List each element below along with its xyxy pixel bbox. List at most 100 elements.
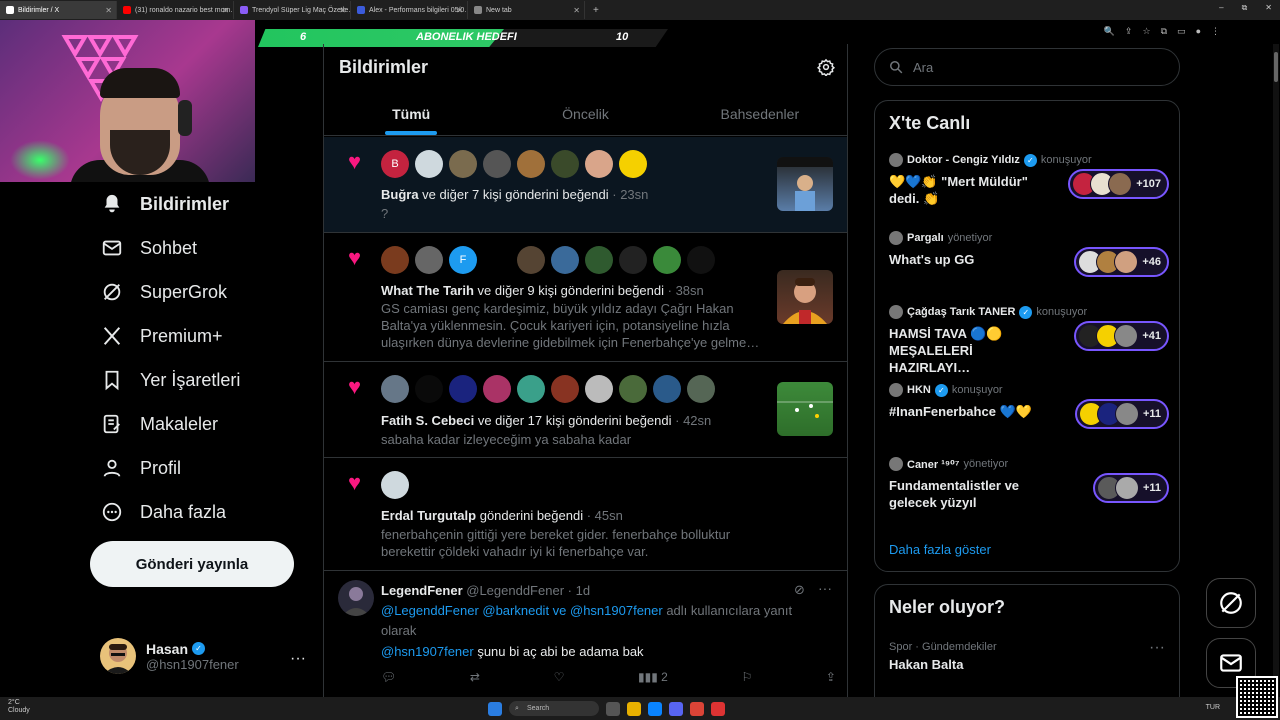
avatar[interactable] — [415, 246, 443, 274]
live-space-item[interactable]: Doktor - Cengiz Yıldız ✓ konuşuyor 💛💙👏 "Mer… — [889, 153, 1169, 207]
sidebar-icon[interactable]: ▭ — [1177, 26, 1186, 37]
avatar[interactable] — [585, 246, 613, 274]
avatar[interactable] — [449, 375, 477, 403]
actor-name[interactable]: Fatih S. Cebeci — [381, 413, 474, 428]
tab-all[interactable]: Tümü — [324, 92, 498, 135]
notification-item[interactable]: ♥ Erdal Turgutalp gönderini beğendi · 45… — [324, 458, 847, 571]
tweet-author[interactable]: LegendFener — [381, 583, 463, 598]
sidebar-item-more-circle[interactable]: Daha fazla — [100, 500, 226, 524]
search-input[interactable]: Ara — [874, 48, 1180, 86]
reply-icon[interactable]: 💬︎ — [381, 670, 396, 684]
menu-icon[interactable]: ⋮ — [1211, 26, 1220, 37]
listeners-pill[interactable]: +46 — [1074, 247, 1169, 277]
browser-tab[interactable]: New tab ✕ — [468, 1, 585, 19]
sidebar-item-bookmark[interactable]: Yer İşaretleri — [100, 368, 240, 392]
avatar[interactable] — [517, 375, 545, 403]
post-thumbnail[interactable] — [777, 382, 833, 436]
star-icon[interactable]: ☆ — [1143, 26, 1151, 37]
share-icon[interactable]: ⇪ — [826, 670, 836, 684]
avatar[interactable] — [483, 375, 511, 403]
avatar[interactable] — [483, 150, 511, 178]
retweet-icon[interactable]: ⇄ — [470, 670, 480, 684]
more-options-icon[interactable]: ··· — [818, 580, 832, 596]
close-icon[interactable]: ✕ — [456, 6, 463, 15]
sidebar-item-article[interactable]: Makaleler — [100, 412, 218, 436]
reply-mentions[interactable]: @LegenddFener @barknedit ve @hsn1907fene… — [381, 603, 663, 618]
post-button[interactable]: Gönderi yayınla — [90, 541, 294, 587]
close-icon[interactable]: ✕ — [573, 6, 580, 15]
actor-name[interactable]: Erdal Turgutalp — [381, 508, 476, 523]
maximize-button[interactable]: ⧉ — [1242, 3, 1248, 13]
views-button[interactable]: ▮▮▮ 2 — [638, 670, 668, 684]
new-tab-button[interactable]: + — [585, 5, 607, 16]
live-space-item[interactable]: Caner ¹⁹⁰⁷ yönetiyor Fundamentalistler ve … — [889, 457, 1169, 511]
discord-icon[interactable] — [669, 701, 683, 716]
windows-start-icon[interactable] — [488, 701, 502, 716]
edge-icon[interactable] — [648, 701, 662, 716]
avatar[interactable] — [415, 375, 443, 403]
listeners-pill[interactable]: +107 — [1068, 169, 1169, 199]
listeners-pill[interactable]: +11 — [1092, 473, 1169, 503]
listeners-pill[interactable]: +11 — [1074, 399, 1169, 429]
notification-item[interactable]: ♥ B Buğra ve diğer 7 kişi gönderini beğe… — [324, 137, 847, 233]
zoom-icon[interactable]: 🔍 — [1104, 26, 1115, 37]
grok-fab-button[interactable] — [1206, 578, 1256, 628]
browser-tab[interactable]: (31) ronaldo nazario best mom… ✕ — [117, 1, 234, 19]
avatar[interactable]: B — [381, 150, 409, 178]
avatar[interactable] — [381, 246, 409, 274]
share-icon[interactable]: ⇪ — [1125, 26, 1133, 37]
avatar[interactable] — [653, 375, 681, 403]
mention-link[interactable]: @hsn1907fener — [381, 644, 474, 659]
sidebar-item-person[interactable]: Profil — [100, 456, 181, 480]
close-icon[interactable]: ✕ — [339, 6, 346, 15]
chrome-icon[interactable] — [690, 701, 704, 716]
extensions-icon[interactable]: ⧉ — [1161, 26, 1167, 37]
notification-item[interactable]: ♥ F What The Tarih ve diğer 9 kişi gönde… — [324, 233, 847, 362]
bookmark-icon[interactable]: ⚐ — [741, 670, 752, 684]
minimize-button[interactable]: – — [1219, 3, 1223, 13]
avatar[interactable] — [415, 150, 443, 178]
avatar[interactable]: F — [449, 246, 477, 274]
avatar[interactable] — [619, 375, 647, 403]
file-explorer-icon[interactable] — [627, 701, 641, 716]
task-view-icon[interactable] — [606, 701, 620, 716]
notification-item[interactable]: ♥ Fatih S. Cebeci ve diğer 17 kişi gönde… — [324, 362, 847, 458]
live-space-item[interactable]: Çağdaş Tarık TANER ✓ konuşuyor HAMSİ TAVA 🔵… — [889, 305, 1169, 376]
weather-widget[interactable]: 2°C Cloudy — [8, 699, 30, 715]
avatar[interactable] — [338, 580, 374, 616]
listeners-pill[interactable]: +41 — [1074, 321, 1169, 351]
live-space-item[interactable]: Pargalı yönetiyor What's up GG +46 — [889, 231, 1169, 277]
close-icon[interactable]: ✕ — [222, 6, 229, 15]
show-more-link[interactable]: Daha fazla göster — [889, 542, 991, 557]
avatar[interactable] — [585, 375, 613, 403]
avatar[interactable] — [551, 246, 579, 274]
avatar[interactable] — [517, 246, 545, 274]
gear-icon[interactable] — [817, 58, 835, 76]
live-space-item[interactable]: HKN ✓ konuşuyor #InanFenerbahce 💙💛 +11 — [889, 383, 1169, 429]
avatar[interactable] — [687, 375, 715, 403]
avatar[interactable] — [517, 150, 545, 178]
browser-tab[interactable]: Bildirimler / X ✕ — [0, 1, 117, 19]
close-window-button[interactable]: ✕ — [1265, 3, 1272, 13]
actor-name[interactable]: Buğra — [381, 187, 419, 202]
avatar[interactable] — [381, 471, 409, 499]
trend-topic[interactable]: Hakan Balta — [889, 657, 963, 672]
actor-name[interactable]: What The Tarih — [381, 283, 474, 298]
browser-tab[interactable]: Alex - Performans bilgileri 05/0… ✕ — [351, 1, 468, 19]
input-language[interactable]: TUR — [1206, 704, 1220, 711]
close-icon[interactable]: ✕ — [105, 6, 112, 15]
avatar[interactable] — [551, 375, 579, 403]
account-switcher[interactable]: Hasan ✓ @hsn1907fener ··· — [100, 638, 306, 674]
avatar[interactable] — [619, 246, 647, 274]
grok-icon[interactable]: ⊘ — [794, 582, 805, 598]
sidebar-item-mail[interactable]: Sohbet — [100, 236, 197, 260]
profile-icon[interactable]: ● — [1196, 26, 1201, 37]
post-thumbnail[interactable] — [777, 270, 833, 324]
taskbar-search[interactable]: ⌕ Search — [509, 701, 599, 716]
avatar[interactable] — [551, 150, 579, 178]
sidebar-item-bell[interactable]: Bildirimler — [100, 192, 229, 216]
avatar[interactable] — [449, 150, 477, 178]
more-options-icon[interactable]: ··· — [1149, 639, 1165, 657]
avatar[interactable] — [585, 150, 613, 178]
tab-priority[interactable]: Öncelik — [498, 92, 672, 135]
